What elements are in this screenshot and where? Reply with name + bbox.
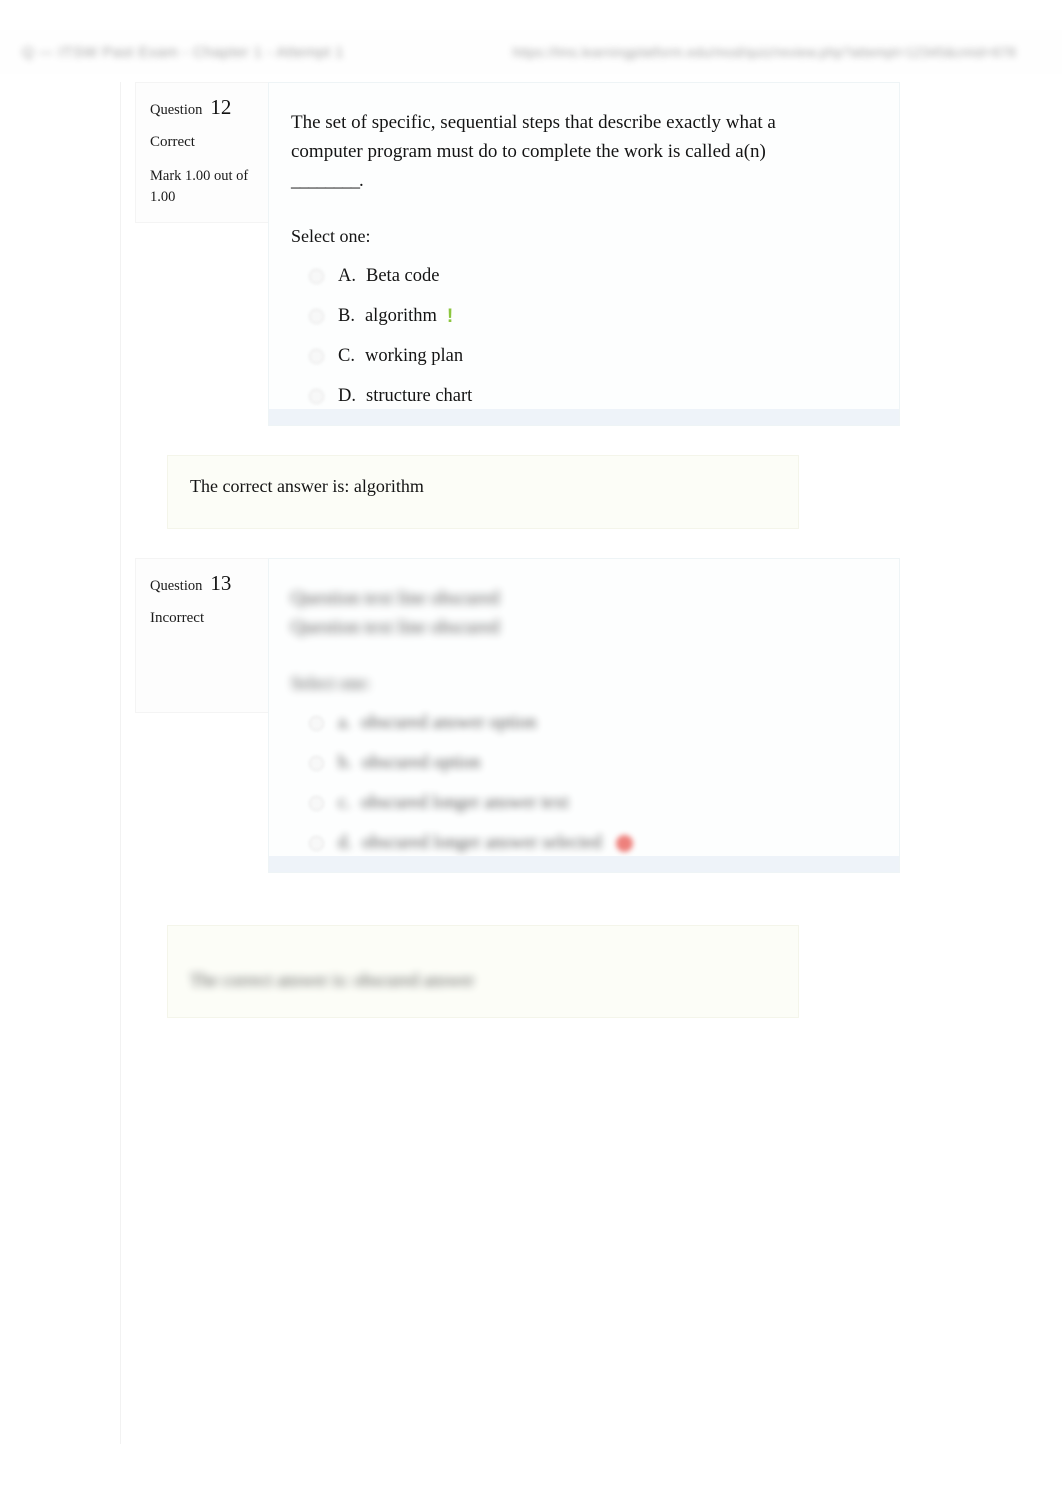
option-label: A. Beta code [338, 266, 439, 287]
option-letter: b. [338, 753, 352, 774]
option-label: b. obscured option [338, 753, 481, 774]
option-text: obscured answer option [360, 713, 537, 734]
answer-options-13: a. obscured answer option b. obscured op… [291, 704, 877, 864]
radio-button-icon[interactable] [309, 716, 324, 732]
breadcrumb: Q — ITSW Past Exam - Chapter 1 - Attempt… [22, 43, 344, 61]
radio-button-icon[interactable] [309, 836, 324, 852]
list-item[interactable]: c. obscured longer answer text [309, 784, 877, 824]
site-header: Q — ITSW Past Exam - Chapter 1 - Attempt… [0, 30, 1062, 74]
radio-button-icon[interactable] [309, 756, 324, 772]
content-left-rule [120, 82, 121, 1444]
question-block-12: Question 12 Correct Mark 1.00 out of 1.0… [135, 82, 935, 426]
option-label: C. working plan [338, 346, 463, 367]
question-mark: Mark 1.00 out of 1.00 [150, 168, 249, 206]
stem-line-3: ________. [291, 169, 364, 191]
question-state-badge: Incorrect [150, 610, 205, 626]
question-stem-13: Question text line obscured Question tex… [291, 585, 791, 643]
question-stem-12: The set of specific, sequential steps th… [291, 109, 791, 196]
question-number: 12 [210, 95, 232, 119]
option-text: Beta code [366, 266, 440, 287]
question-state-badge: Correct [150, 134, 195, 150]
select-one-prompt-13: Select one: [291, 672, 371, 693]
question-label: Question [150, 578, 203, 594]
correct-marker-icon: ! [446, 306, 454, 328]
stem-line-2: computer program must do to complete the… [291, 140, 766, 162]
select-one-prompt-12: Select one: [291, 225, 371, 246]
question-block-13: Question 13 Incorrect Question text line… [135, 558, 935, 873]
list-item[interactable]: b. obscured option [309, 744, 877, 784]
question-feedback-13: The correct answer is: obscured answer [167, 925, 799, 1018]
page-url: https://lms.learningplatform.edu/mod/qui… [512, 44, 1016, 60]
list-item[interactable]: a. obscured answer option [309, 704, 877, 744]
stem-line-1: Question text line obscured [291, 588, 500, 609]
question-info-13: Question 13 Incorrect [135, 558, 268, 713]
question-body-13: Question text line obscured Question tex… [268, 558, 900, 873]
list-item[interactable]: B. algorithm ! [309, 297, 877, 337]
option-letter: D. [338, 386, 356, 407]
option-label: c. obscured longer answer text [338, 793, 569, 814]
incorrect-marker-icon [615, 835, 633, 853]
answer-options-12: A. Beta code B. algorithm ! C. working p… [291, 257, 877, 417]
option-letter: c. [338, 793, 351, 814]
option-letter: C. [338, 346, 355, 367]
correct-answer-text: The correct answer is: algorithm [190, 476, 424, 496]
list-item[interactable]: d. obscured longer answer selected [309, 824, 877, 864]
stem-line-2: Question text line obscured [291, 616, 500, 638]
option-letter: B. [338, 306, 355, 327]
list-item[interactable]: A. Beta code [309, 257, 877, 297]
radio-button-icon[interactable] [309, 389, 324, 405]
list-item[interactable]: D. structure chart [309, 377, 877, 417]
option-text: structure chart [366, 386, 473, 407]
question-label: Question [150, 102, 203, 118]
radio-button-icon[interactable] [309, 309, 324, 325]
quiz-review-page: Q — ITSW Past Exam - Chapter 1 - Attempt… [0, 0, 1062, 1506]
option-letter: A. [338, 266, 356, 287]
question-body-12: The set of specific, sequential steps th… [268, 82, 900, 426]
option-label: a. obscured answer option [338, 713, 537, 734]
list-item[interactable]: C. working plan [309, 337, 877, 377]
radio-button-icon[interactable] [309, 796, 324, 812]
option-text: obscured longer answer text [360, 793, 569, 814]
question-feedback-12: The correct answer is: algorithm [167, 455, 799, 529]
stem-line-1: The set of specific, sequential steps th… [291, 112, 776, 133]
radio-button-icon[interactable] [309, 349, 324, 365]
option-text: working plan [364, 346, 464, 367]
option-text: algorithm [364, 306, 437, 327]
option-label: D. structure chart [338, 386, 472, 407]
radio-button-icon[interactable] [309, 269, 324, 285]
correct-answer-text: The correct answer is: obscured answer [190, 970, 475, 990]
option-text: obscured option [361, 753, 481, 774]
option-text: obscured longer answer selected [361, 833, 602, 854]
option-letter: a. [338, 713, 351, 734]
option-label: d. obscured longer answer selected [338, 833, 602, 854]
option-label: B. algorithm ! [338, 306, 453, 327]
option-letter: d. [338, 833, 352, 854]
question-info-12: Question 12 Correct Mark 1.00 out of 1.0… [135, 82, 268, 224]
question-number: 13 [210, 571, 232, 595]
